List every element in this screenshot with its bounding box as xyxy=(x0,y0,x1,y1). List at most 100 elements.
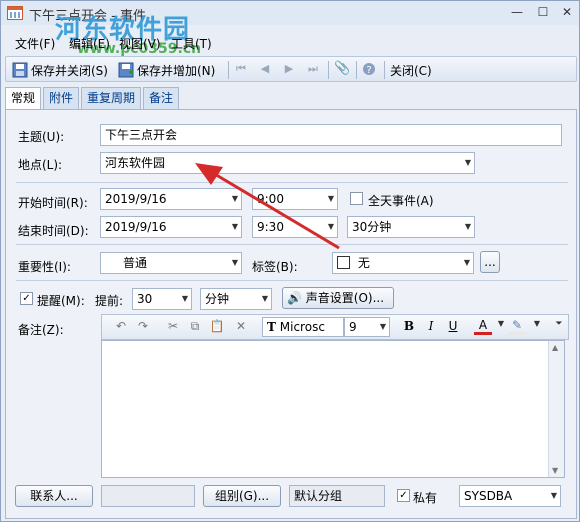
end-time-label: 结束时间(D): xyxy=(18,224,89,238)
bold-icon[interactable]: B xyxy=(400,319,418,333)
undo-icon[interactable]: ↶ xyxy=(112,319,130,333)
tag-combobox[interactable]: 无 ▼ xyxy=(332,252,474,274)
advance-unit-value: 分钟 xyxy=(205,292,230,306)
tag-label: 标签(B): xyxy=(252,260,298,274)
copy-icon[interactable]: ⧉ xyxy=(186,319,204,334)
tab-attachments[interactable]: 附件 xyxy=(43,87,80,109)
close-button[interactable]: 关闭(C) xyxy=(390,60,432,80)
chevron-down-icon: ▼ xyxy=(231,258,238,267)
delete-icon[interactable]: ✕ xyxy=(232,319,250,333)
paperclip-icon[interactable]: 📎 xyxy=(334,62,350,76)
font-family-combobox[interactable]: T Microsc xyxy=(262,317,344,337)
reminder-checkbox[interactable]: ✓ xyxy=(20,292,33,305)
private-checkbox[interactable]: ✓ xyxy=(397,489,410,502)
group-button[interactable]: 组别(G)... xyxy=(203,485,281,507)
underline-icon[interactable]: U xyxy=(444,319,462,333)
chevron-down-icon: ▼ xyxy=(261,294,268,303)
menu-edit[interactable]: 编辑(E) xyxy=(69,35,110,52)
close-icon[interactable]: ✕ xyxy=(559,5,575,19)
rich-text-toolbar: ↶ ↷ ✂ ⧉ 📋 ✕ T Microsc 9 ▼ B I U A ▼ ✎ ▼ … xyxy=(101,314,569,340)
chevron-down-icon: ▼ xyxy=(464,158,471,167)
chevron-down-icon: ▼ xyxy=(231,222,238,231)
previous-record-icon[interactable]: ◀ xyxy=(258,62,272,76)
toolbar-separator xyxy=(328,61,329,79)
first-record-icon[interactable]: ⏮ xyxy=(234,62,248,76)
menu-tools[interactable]: 工具(T) xyxy=(171,35,212,52)
speaker-icon: 🔊 xyxy=(287,291,302,305)
start-time-picker[interactable]: 9:00 ▼ xyxy=(252,188,338,210)
event-window: 下午三点开会 - 事件 — ☐ ✕ 河东软件园 www.pc0359.cn 文件… xyxy=(0,0,580,522)
chevron-down-icon[interactable]: ▼ xyxy=(528,319,546,328)
duration-combobox[interactable]: 30分钟 ▼ xyxy=(347,216,475,238)
all-day-checkbox[interactable] xyxy=(350,192,363,205)
start-date-picker[interactable]: 2019/9/16 ▼ xyxy=(100,188,242,210)
help-icon[interactable]: ? xyxy=(362,62,376,76)
owner-value: SYSDBA xyxy=(464,489,513,503)
start-date-value: 2019/9/16 xyxy=(105,192,167,206)
toolbar-options-icon[interactable]: ⏷ xyxy=(550,319,568,329)
owner-combobox[interactable]: SYSDBA ▼ xyxy=(459,485,561,507)
toolbar-separator xyxy=(228,61,229,79)
menu-file[interactable]: 文件(F) xyxy=(15,35,55,52)
tab-recurrence[interactable]: 重复周期 xyxy=(81,87,142,109)
menu-view[interactable]: 视图(V) xyxy=(119,35,161,52)
last-record-icon[interactable]: ⏭ xyxy=(306,62,320,76)
importance-combobox[interactable]: 普通 ▼ xyxy=(100,252,242,274)
toolbar: 保存并关闭(S) 保存并增加(N) ⏮ ◀ ▶ ⏭ 📎 ? 关闭(C) xyxy=(5,56,577,82)
private-label: 私有 xyxy=(413,491,438,505)
calendar-icon xyxy=(7,6,23,20)
chevron-down-icon: ▼ xyxy=(464,222,471,231)
svg-text:?: ? xyxy=(366,65,371,76)
chevron-down-icon: ▼ xyxy=(550,491,557,500)
minimize-icon[interactable]: — xyxy=(509,5,525,19)
cut-icon[interactable]: ✂ xyxy=(164,319,182,333)
chevron-down-icon: ▼ xyxy=(327,222,334,231)
group-field: 默认分组 xyxy=(289,485,385,507)
paste-icon[interactable]: 📋 xyxy=(208,319,226,333)
tag-color-swatch xyxy=(337,256,350,269)
note-editor[interactable]: ▲ ▼ xyxy=(101,340,565,478)
end-time-picker[interactable]: 9:30 ▼ xyxy=(252,216,338,238)
redo-icon[interactable]: ↷ xyxy=(134,319,152,333)
divider xyxy=(16,244,568,245)
italic-icon[interactable]: I xyxy=(422,319,440,333)
tab-general[interactable]: 常规 xyxy=(5,87,42,110)
font-family-value: Microsc xyxy=(279,320,325,334)
scroll-down-icon[interactable]: ▼ xyxy=(552,466,558,475)
location-label: 地点(L): xyxy=(18,158,63,172)
location-combobox[interactable]: 河东软件园 ▼ xyxy=(100,152,475,174)
font-size-combobox[interactable]: 9 ▼ xyxy=(344,317,390,337)
reminder-label: 提醒(M): xyxy=(37,294,85,308)
menu-bar: 文件(F) 编辑(E) 视图(V) 工具(T) xyxy=(1,31,579,53)
subject-input[interactable]: 下午三点开会 xyxy=(100,124,562,146)
chevron-down-icon: ▼ xyxy=(327,194,334,203)
divider xyxy=(16,182,568,183)
contacts-field[interactable] xyxy=(101,485,195,507)
advance-label: 提前: xyxy=(95,294,124,308)
location-value: 河东软件园 xyxy=(105,156,166,170)
tag-value: 无 xyxy=(357,256,370,270)
start-time-value: 9:00 xyxy=(257,192,284,206)
scroll-up-icon[interactable]: ▲ xyxy=(552,343,558,352)
maximize-icon[interactable]: ☐ xyxy=(535,5,551,19)
tag-more-button[interactable]: ... xyxy=(480,251,500,273)
highlight-icon[interactable]: ✎ xyxy=(508,319,526,335)
contacts-button[interactable]: 联系人... xyxy=(15,485,93,507)
end-date-picker[interactable]: 2019/9/16 ▼ xyxy=(100,216,242,238)
save-add-button[interactable]: 保存并增加(N) xyxy=(118,60,215,80)
next-record-icon[interactable]: ▶ xyxy=(282,62,296,76)
save-icon xyxy=(12,62,28,78)
font-icon: T xyxy=(267,320,276,334)
tab-notes[interactable]: 备注 xyxy=(143,87,180,109)
sound-settings-button[interactable]: 🔊 声音设置(O)... xyxy=(282,287,394,309)
save-close-label: 保存并关闭(S) xyxy=(31,63,108,78)
font-color-icon[interactable]: A xyxy=(474,319,492,335)
vertical-scrollbar[interactable]: ▲ ▼ xyxy=(548,341,564,477)
advance-unit-combobox[interactable]: 分钟 ▼ xyxy=(200,288,272,310)
start-time-label: 开始时间(R): xyxy=(18,196,88,210)
subject-label: 主题(U): xyxy=(18,130,65,144)
advance-combobox[interactable]: 30 ▼ xyxy=(132,288,192,310)
importance-value: 普通 xyxy=(123,256,148,270)
end-date-value: 2019/9/16 xyxy=(105,220,167,234)
save-close-button[interactable]: 保存并关闭(S) xyxy=(12,60,108,80)
